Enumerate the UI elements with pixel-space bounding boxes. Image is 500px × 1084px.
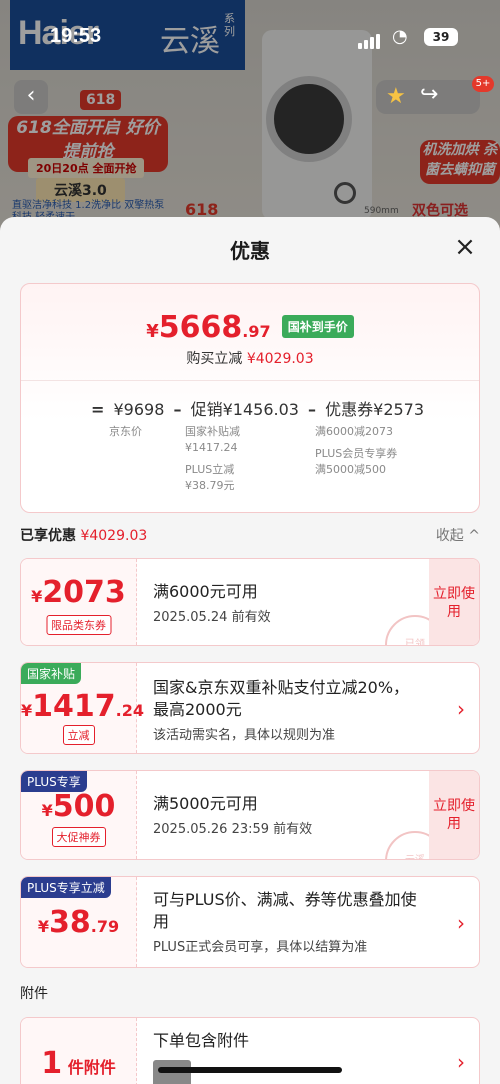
- collapse-toggle[interactable]: 收起 ^: [436, 525, 480, 545]
- plus-reduce-corner-tag: PLUS专享立减: [21, 877, 111, 898]
- attachment-details: 下单包含附件: [153, 1030, 419, 1084]
- price-tag: 国补到手价: [281, 315, 354, 338]
- favorite-icon[interactable]: ★: [386, 84, 406, 109]
- discount-sheet: 优惠 × ¥5668.97 国补到手价 购买立减 ¥4029.03 = ¥969…: [0, 217, 500, 1084]
- attachment-count-unit: 件附件: [67, 1058, 116, 1077]
- amount-integer: 500: [52, 789, 116, 824]
- subsidy-corner-tag: 国家补贴: [21, 663, 82, 684]
- plus-reduce-value: ¥38.79元: [185, 479, 235, 492]
- share-icon[interactable]: ↪: [420, 82, 438, 107]
- coupon-condition: 满6000元可用: [153, 582, 258, 601]
- reduce-label: 购买立减: [186, 351, 243, 367]
- chevron-right-icon[interactable]: ›: [457, 697, 465, 721]
- subsidy-value: ¥1417.24: [185, 441, 238, 454]
- coupon-type-tag: 限品类东券: [46, 615, 111, 635]
- amount-integer: 2073: [42, 575, 126, 610]
- coupon-sub1: 满6000减2073: [315, 425, 393, 438]
- currency-symbol: ¥: [37, 917, 50, 936]
- subsidy-card[interactable]: 国家补贴 ¥1417.24 立减 国家&京东双重补贴支付立减20%，最高2000…: [20, 662, 480, 754]
- equals-sign: =: [91, 400, 105, 419]
- subsidy-description: 国家&京东双重补贴支付立减20%，最高2000元: [153, 678, 410, 719]
- sheet-title: 优惠: [230, 239, 270, 263]
- enjoyed-value: ¥4029.03: [80, 528, 148, 544]
- plus-coupon-amount: ¥500: [21, 789, 136, 824]
- price-decimal: .97: [242, 322, 271, 341]
- amount-integer: 1417: [32, 689, 116, 724]
- currency-symbol: ¥: [146, 321, 159, 342]
- subsidy-amount: ¥1417.24: [21, 689, 144, 724]
- amount-decimal: .24: [115, 701, 144, 720]
- promo-discount: 促销¥1456.03: [190, 400, 299, 419]
- reduce-value: ¥4029.03: [246, 351, 314, 367]
- plus-coupon-card: PLUS专享 ¥500 大促神券 满5000元可用 2025.05.26 23:…: [20, 770, 480, 860]
- back-button[interactable]: ‹: [14, 80, 48, 114]
- currency-symbol: ¥: [31, 587, 43, 606]
- use-now-button[interactable]: 立即使用: [429, 771, 479, 859]
- coupon-amount: ¥2073: [21, 575, 136, 610]
- enjoyed-label: 已享优惠 ¥4029.03: [20, 525, 147, 545]
- subsidy-type-tag: 立减: [62, 725, 95, 745]
- home-indicator[interactable]: [158, 1067, 342, 1073]
- battery-icon: 39: [424, 28, 458, 46]
- currency-symbol: ¥: [41, 801, 53, 820]
- subsidy-label: 国家补贴减: [185, 425, 240, 438]
- message-badge: 5+: [472, 76, 494, 92]
- jd-price: ¥9698: [113, 400, 165, 419]
- attachment-count: 1 件附件: [21, 1046, 136, 1081]
- minus-sign: –: [173, 400, 182, 419]
- plus-coupon-type-tag: 大促神券: [51, 827, 106, 847]
- plus-reduce-details: 可与PLUS价、满减、券等优惠叠加使用 PLUS正式会员可享，具体以结算为准: [153, 889, 419, 957]
- jd-price-label: 京东价: [109, 425, 142, 438]
- attachment-count-panel: 1 件附件: [21, 1018, 137, 1084]
- plus-reduce-amount: ¥38.79: [21, 905, 136, 940]
- status-bar: 19:53 ◔ 39: [0, 0, 500, 60]
- plus-coupon-condition: 满5000元可用: [153, 794, 258, 813]
- coupon-sub2-value: 满5000减500: [315, 463, 386, 476]
- plus-reduce-note: PLUS正式会员可享，具体以结算为准: [153, 940, 368, 955]
- amount-integer: 38: [49, 905, 91, 940]
- subsidy-details: 国家&京东双重补贴支付立减20%，最高2000元 该活动需实名，具体以规则为准: [153, 677, 419, 745]
- minus-sign: –: [308, 400, 317, 419]
- plus-reduce-card[interactable]: PLUS专享立减 ¥38.79 可与PLUS价、满减、券等优惠叠加使用 PLUS…: [20, 876, 480, 968]
- divider: [21, 380, 479, 381]
- enjoyed-discount-row: 已享优惠 ¥4029.03 收起 ^: [20, 523, 480, 545]
- close-icon[interactable]: ×: [452, 234, 478, 261]
- coupon-discount: 优惠券¥2573: [325, 400, 425, 419]
- chevron-right-icon[interactable]: ›: [457, 1050, 465, 1074]
- coupon-details: 满6000元可用 2025.05.24 前有效: [153, 581, 419, 627]
- price-summary: ¥5668.97 国补到手价 购买立减 ¥4029.03 = ¥9698 – 促…: [20, 283, 480, 513]
- attachments-title: 附件: [20, 986, 48, 1002]
- plus-coupon-amount-panel: PLUS专享 ¥500 大促神券: [21, 771, 137, 859]
- sheet-header: 优惠 ×: [0, 217, 500, 281]
- subsidy-amount-panel: 国家补贴 ¥1417.24 立减: [21, 663, 144, 753]
- coupon-card: ¥2073 限品类东券 满6000元可用 2025.05.24 前有效 已领 立…: [20, 558, 480, 646]
- coupon-amount-panel: ¥2073 限品类东券: [21, 559, 137, 645]
- price-integer: 5668: [158, 310, 243, 345]
- plus-reduce-amount-panel: PLUS专享立减 ¥38.79: [21, 877, 137, 967]
- chevron-right-icon[interactable]: ›: [457, 911, 465, 935]
- reduce-line: 购买立减 ¥4029.03: [21, 348, 479, 368]
- attachment-count-number: 1: [41, 1046, 63, 1081]
- price-formula: = ¥9698 – 促销¥1456.03 – 优惠券¥2573: [87, 396, 424, 420]
- plus-reduce-description: 可与PLUS价、满减、券等优惠叠加使用: [153, 890, 417, 931]
- attachment-description: 下单包含附件: [153, 1031, 250, 1050]
- plus-reduce-label: PLUS立减: [185, 463, 235, 476]
- use-now-button[interactable]: 立即使用: [429, 559, 479, 645]
- final-price: ¥5668.97 国补到手价: [21, 310, 479, 345]
- plus-coupon-expiry: 2025.05.26 23:59 前有效: [153, 822, 313, 837]
- coupon-sub2: PLUS会员专享券: [315, 447, 398, 460]
- amount-decimal: .79: [90, 917, 120, 936]
- signal-icon: [358, 30, 382, 49]
- status-time: 19:53: [50, 25, 102, 47]
- enjoyed-title: 已享优惠: [20, 528, 76, 544]
- currency-symbol: ¥: [21, 701, 33, 720]
- subsidy-note: 该活动需实名，具体以规则为准: [153, 728, 336, 743]
- attachment-card[interactable]: 1 件附件 下单包含附件 ›: [20, 1017, 480, 1084]
- wifi-icon: ◔: [392, 26, 408, 47]
- coupon-expiry: 2025.05.24 前有效: [153, 610, 271, 625]
- plus-coupon-details: 满5000元可用 2025.05.26 23:59 前有效: [153, 793, 419, 839]
